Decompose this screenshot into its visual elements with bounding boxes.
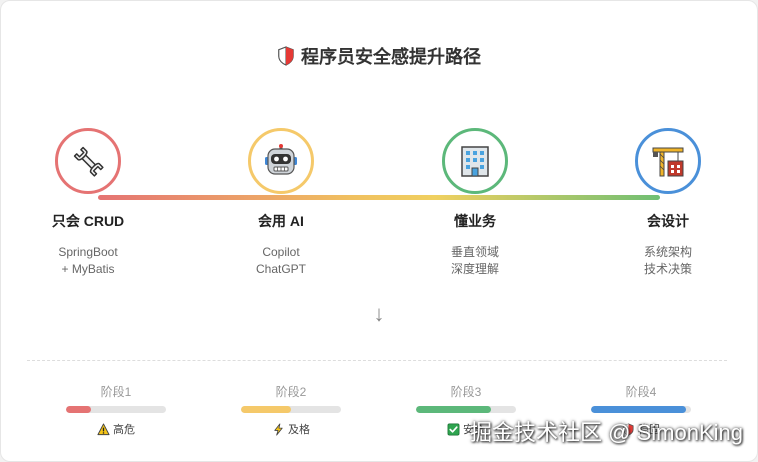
stage-circle (635, 128, 701, 194)
crane-icon (652, 147, 684, 177)
phase-progress-fill (591, 406, 686, 413)
check-box-icon (447, 423, 460, 435)
stage-desc-line: + MyBatis (61, 262, 115, 276)
progress-line (98, 195, 660, 200)
title-text: 程序员安全感提升路径 (301, 47, 481, 67)
stage-desc-line: ChatGPT (255, 262, 306, 276)
stage-circle (442, 128, 508, 194)
phase-1: 阶段1 高危 (66, 383, 166, 437)
stage-desc: Copilot ChatGPT (216, 244, 346, 278)
watermark: 掘金技术社区 @ SimonKing (470, 420, 743, 445)
phase-2: 阶段2 及格 (241, 383, 341, 437)
stage-desc-line: SpringBoot (58, 245, 118, 259)
phase-label: 阶段1 (100, 385, 132, 399)
phase-progress-bar (241, 406, 341, 413)
stage-circle (55, 128, 121, 194)
stage-desc: SpringBoot + MyBatis (23, 244, 153, 278)
wrench-icon (73, 146, 104, 177)
down-arrow-icon: ↓ (373, 301, 385, 326)
stage-design: 会设计 系统架构 技术决策 (603, 128, 733, 278)
phase-label: 阶段2 (275, 385, 307, 399)
page-title: 程序员安全感提升路径 (1, 43, 757, 69)
stage-desc-line: Copilot (262, 245, 300, 259)
stage-desc-line: 系统架构 (643, 245, 692, 259)
stage-desc: 系统架构 技术决策 (603, 244, 733, 278)
stage-circle (248, 128, 314, 194)
office-building-icon (461, 146, 489, 177)
lightning-icon (274, 423, 283, 435)
stage-business: 懂业务 垂直领域 深度理解 (410, 128, 540, 278)
phase-status: 及格 (241, 421, 341, 437)
robot-icon (265, 144, 297, 175)
phase-status-text: 高危 (113, 424, 135, 436)
stage-title: 会设计 (647, 213, 689, 229)
phase-status: 高危 (66, 421, 166, 437)
stage-desc-line: 垂直领域 (450, 245, 499, 259)
phase-progress-fill (66, 406, 91, 413)
path-card: 程序员安全感提升路径 只会 CRUD SpringBoot + MyBatis (0, 0, 758, 462)
phase-label: 阶段4 (625, 385, 657, 399)
stage-title: 会用 AI (258, 213, 304, 229)
divider (27, 360, 727, 361)
stage-desc: 垂直领域 深度理解 (410, 244, 540, 278)
shield-icon (278, 46, 294, 66)
stage-desc-line: 技术决策 (643, 262, 692, 276)
phase-status-text: 及格 (288, 424, 310, 436)
phase-progress-fill (416, 406, 491, 413)
phase-progress-bar (416, 406, 516, 413)
warning-icon (97, 422, 110, 435)
stage-ai: 会用 AI Copilot ChatGPT (216, 128, 346, 278)
stage-title: 懂业务 (454, 213, 496, 229)
stage-desc-line: 深度理解 (450, 262, 499, 276)
phase-label: 阶段3 (450, 385, 482, 399)
stage-title: 只会 CRUD (51, 213, 125, 229)
phase-progress-bar (66, 406, 166, 413)
phase-progress-fill (241, 406, 291, 413)
stage-crud: 只会 CRUD SpringBoot + MyBatis (23, 128, 153, 278)
phase-progress-bar (591, 406, 691, 413)
